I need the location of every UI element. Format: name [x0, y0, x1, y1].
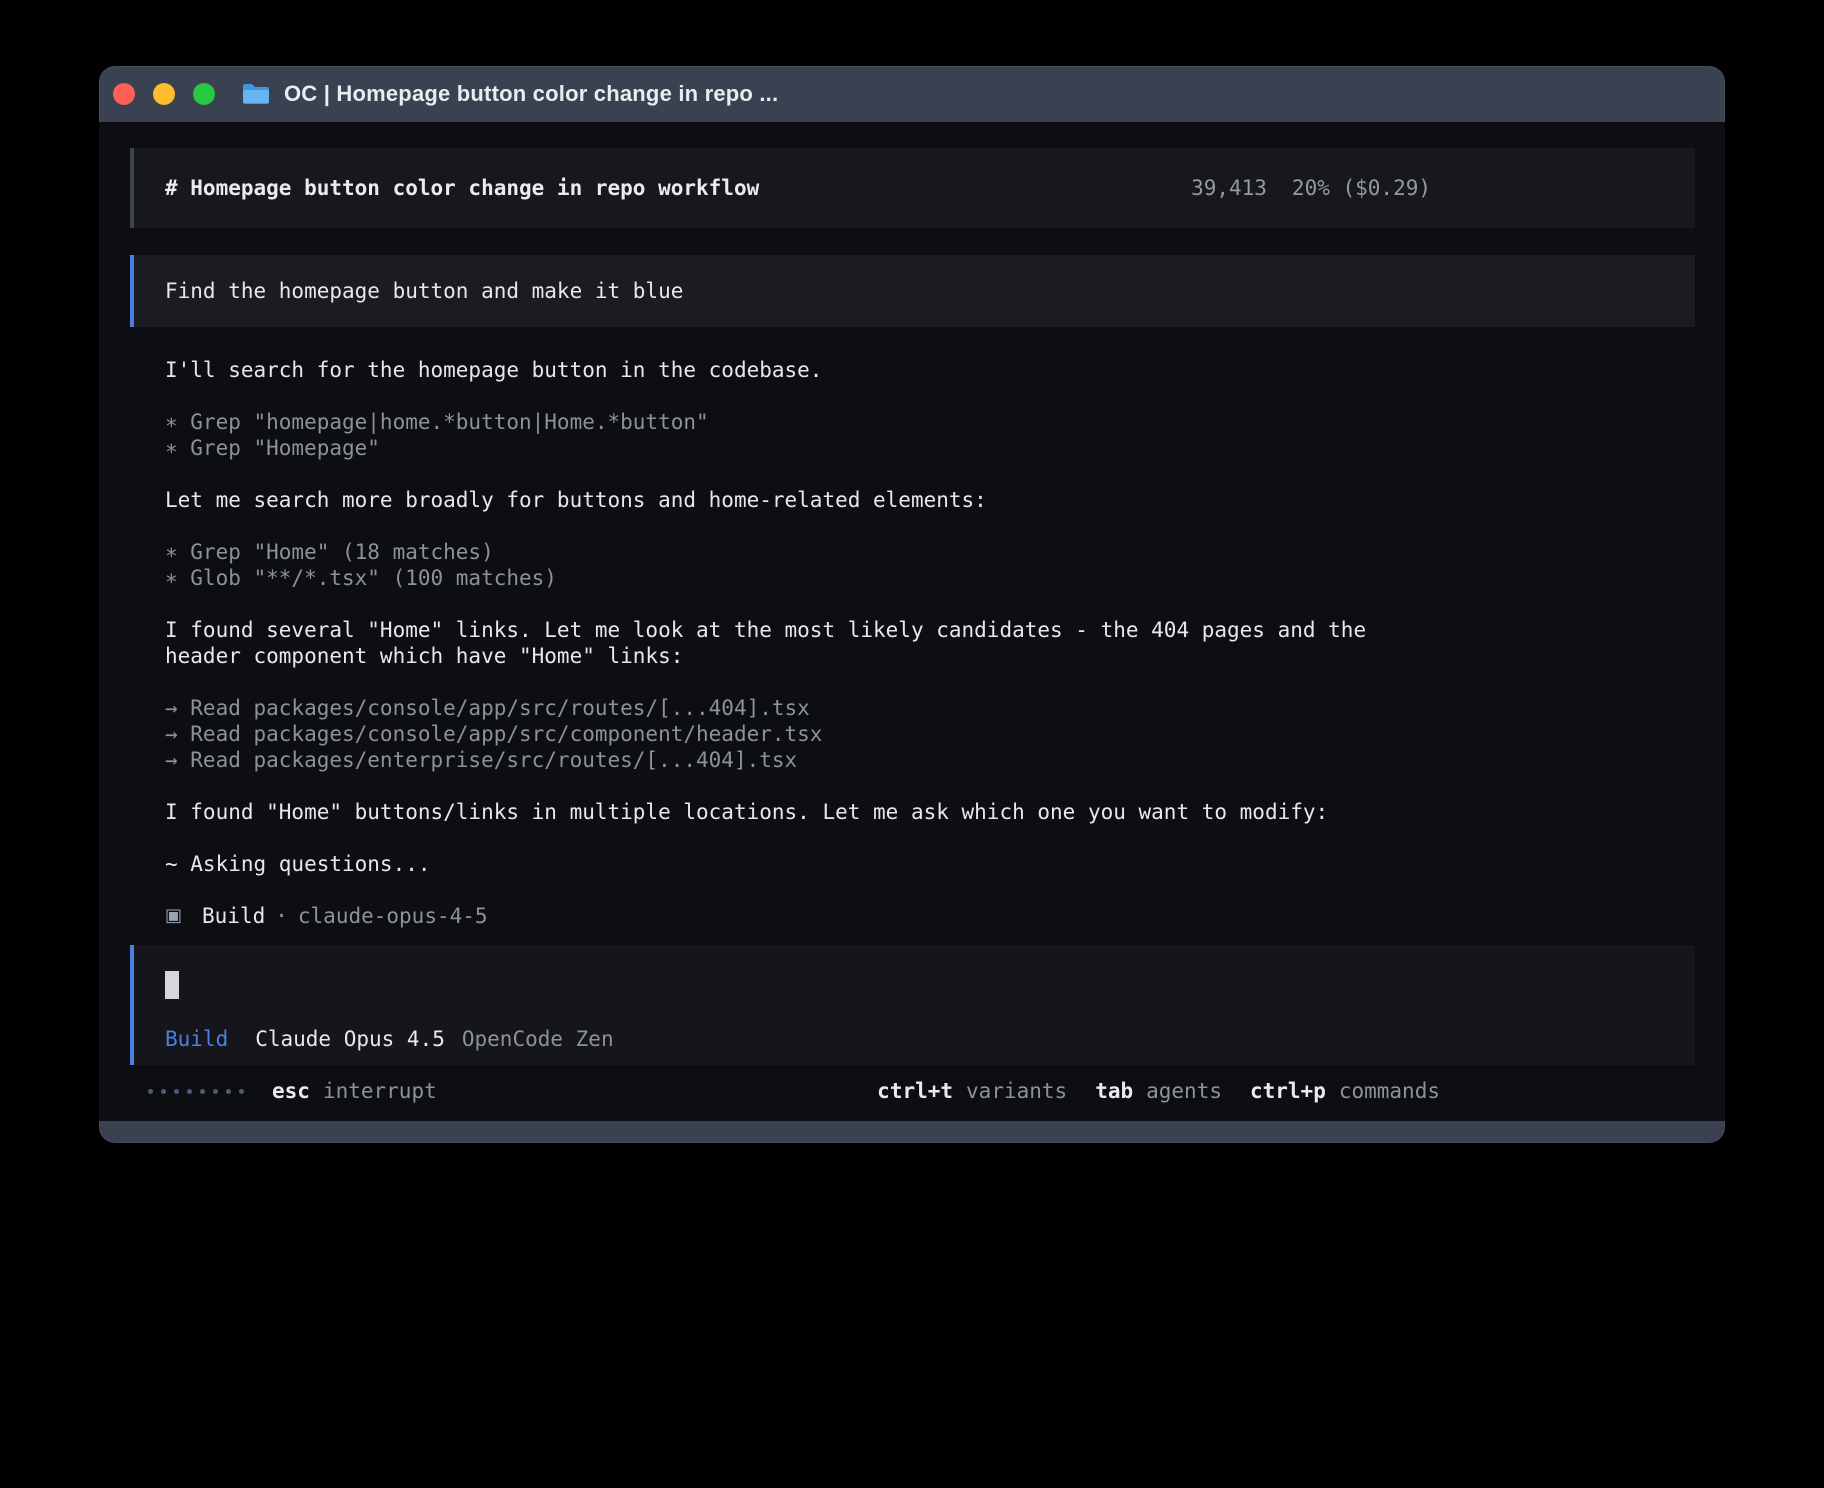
- desktop-background: OC | Homepage button color change in rep…: [0, 66, 1824, 1143]
- zoom-button[interactable]: [193, 83, 215, 105]
- read-tool-line: → Read packages/console/app/src/componen…: [165, 721, 1405, 747]
- model-label[interactable]: Claude Opus 4.5: [255, 1027, 445, 1051]
- prompt-input[interactable]: Build Claude Opus 4.5 OpenCode Zen: [130, 945, 1695, 1065]
- hint-agents: tab agents: [1095, 1079, 1222, 1103]
- spinner-dot: [239, 1089, 244, 1094]
- text-cursor: [165, 971, 179, 999]
- hint-variants: ctrl+t variants: [877, 1079, 1067, 1103]
- agent-status-line: ▣ Build · claude-opus-4-5: [165, 903, 1405, 929]
- grep-tool-line: ∗ Grep "homepage|home.*button|Home.*butt…: [165, 409, 1405, 435]
- token-count: 39,413: [1191, 176, 1267, 200]
- provider-label: OpenCode Zen: [462, 1027, 614, 1051]
- terminal-content: # Homepage button color change in repo w…: [99, 122, 1725, 1121]
- minimize-button[interactable]: [153, 83, 175, 105]
- spinner-dot: [148, 1089, 153, 1094]
- variants-key: ctrl+t: [877, 1079, 953, 1103]
- terminal-window: OC | Homepage button color change in rep…: [99, 66, 1725, 1143]
- input-meta-line: Build Claude Opus 4.5 OpenCode Zen: [165, 1027, 1695, 1051]
- window-title: OC | Homepage button color change in rep…: [284, 81, 778, 107]
- read-tool-line: → Read packages/enterprise/src/routes/[.…: [165, 747, 1405, 773]
- status-right: ctrl+t variants tab agents ctrl+p comman…: [877, 1079, 1440, 1103]
- separator-dot: ·: [275, 903, 288, 929]
- commands-key: ctrl+p: [1250, 1079, 1326, 1103]
- status-bar: esc interrupt ctrl+t variants tab agents…: [130, 1078, 1695, 1104]
- status-left: esc interrupt: [148, 1079, 437, 1103]
- agent-name: Build: [202, 903, 265, 929]
- spinner-dot: [200, 1089, 205, 1094]
- assistant-text: Let me search more broadly for buttons a…: [165, 487, 1405, 513]
- read-tool-line: → Read packages/console/app/src/routes/[…: [165, 695, 1405, 721]
- activity-block: ~ Asking questions...: [165, 851, 1405, 877]
- session-stats: 39,413 20% ($0.29): [1191, 176, 1431, 200]
- variants-label: variants: [966, 1079, 1067, 1103]
- titlebar[interactable]: OC | Homepage button color change in rep…: [99, 66, 1725, 122]
- user-message: Find the homepage button and make it blu…: [130, 255, 1695, 327]
- assistant-text: I found "Home" buttons/links in multiple…: [165, 799, 1405, 825]
- session-header: # Homepage button color change in repo w…: [130, 148, 1695, 228]
- glob-tool-line: ∗ Glob "**/*.tsx" (100 matches): [165, 565, 1405, 591]
- traffic-lights: [113, 83, 215, 105]
- assistant-text-block: Let me search more broadly for buttons a…: [165, 487, 1405, 513]
- mode-indicator[interactable]: Build: [165, 1027, 228, 1051]
- commands-label: commands: [1339, 1079, 1440, 1103]
- assistant-text-block: I found several "Home" links. Let me loo…: [165, 617, 1405, 669]
- user-message-text: Find the homepage button and make it blu…: [165, 279, 683, 303]
- context-usage: 20% ($0.29): [1292, 176, 1431, 200]
- grep-tool-line: ∗ Grep "Homepage": [165, 435, 1405, 461]
- assistant-text: I found several "Home" links. Let me loo…: [165, 617, 1405, 669]
- spinner-dot: [161, 1089, 166, 1094]
- spinner-dots-icon: [148, 1089, 244, 1094]
- assistant-transcript: I'll search for the homepage button in t…: [165, 357, 1405, 929]
- tool-call-block: ∗ Grep "Home" (18 matches) ∗ Glob "**/*.…: [165, 539, 1405, 591]
- activity-indicator: ~ Asking questions...: [165, 851, 1405, 877]
- hint-commands: ctrl+p commands: [1250, 1079, 1440, 1103]
- spinner-dot: [174, 1089, 179, 1094]
- spinner-dot: [213, 1089, 218, 1094]
- interrupt-label: interrupt: [323, 1079, 437, 1103]
- agent-icon: ▣: [165, 903, 182, 929]
- agents-label: agents: [1146, 1079, 1222, 1103]
- agents-key: tab: [1095, 1079, 1133, 1103]
- close-button[interactable]: [113, 83, 135, 105]
- grep-tool-line: ∗ Grep "Home" (18 matches): [165, 539, 1405, 565]
- tool-call-block: → Read packages/console/app/src/routes/[…: [165, 695, 1405, 773]
- model-name: claude-opus-4-5: [298, 903, 488, 929]
- spinner-dot: [187, 1089, 192, 1094]
- session-title: # Homepage button color change in repo w…: [165, 176, 759, 200]
- folder-icon: [241, 82, 271, 106]
- esc-key: esc: [272, 1079, 310, 1103]
- assistant-text: I'll search for the homepage button in t…: [165, 357, 1405, 383]
- assistant-text-block: I found "Home" buttons/links in multiple…: [165, 799, 1405, 825]
- spinner-dot: [226, 1089, 231, 1094]
- assistant-text-block: I'll search for the homepage button in t…: [165, 357, 1405, 383]
- tool-call-block: ∗ Grep "homepage|home.*button|Home.*butt…: [165, 409, 1405, 461]
